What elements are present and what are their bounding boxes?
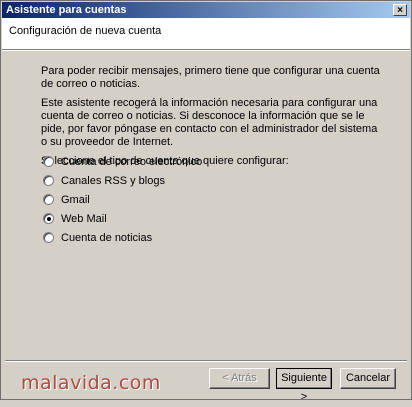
option-email-account[interactable]: Cuenta de correo electrónico xyxy=(43,155,202,168)
close-icon: × xyxy=(397,5,403,16)
option-label: Web Mail xyxy=(61,212,107,225)
radio-rss-blogs[interactable] xyxy=(43,175,54,186)
radio-web-mail[interactable] xyxy=(43,213,54,224)
close-button[interactable]: × xyxy=(393,4,407,16)
info-paragraph: Este asistente recogerá la información n… xyxy=(41,97,378,148)
option-gmail[interactable]: Gmail xyxy=(43,193,202,206)
option-label: Cuenta de correo electrónico xyxy=(61,155,203,168)
window-title: Asistente para cuentas xyxy=(6,4,127,16)
watermark-logo: malavida.com xyxy=(21,372,161,394)
next-button[interactable]: Siguiente > xyxy=(276,368,332,403)
option-rss-blogs[interactable]: Canales RSS y blogs xyxy=(43,174,202,187)
title-bar[interactable]: Asistente para cuentas × xyxy=(2,2,410,18)
page-title: Configuración de nueva cuenta xyxy=(9,25,162,37)
radio-news-account[interactable] xyxy=(43,232,54,243)
radio-email-account[interactable] xyxy=(43,156,54,167)
option-news-account[interactable]: Cuenta de noticias xyxy=(43,231,202,244)
cancel-button[interactable]: Cancelar xyxy=(340,368,396,389)
intro-paragraph: Para poder recibir mensajes, primero tie… xyxy=(41,65,380,90)
account-type-options: Cuenta de correo electrónico Canales RSS… xyxy=(43,155,202,250)
option-label: Canales RSS y blogs xyxy=(61,174,165,187)
wizard-window: Asistente para cuentas × Configuración d… xyxy=(0,0,412,403)
footer-divider xyxy=(5,360,407,362)
wizard-header: Configuración de nueva cuenta xyxy=(2,18,410,50)
radio-gmail[interactable] xyxy=(43,194,54,205)
option-label: Cuenta de noticias xyxy=(61,231,153,244)
header-divider xyxy=(2,50,410,51)
option-label: Gmail xyxy=(61,193,90,206)
back-button[interactable]: < Atrás xyxy=(209,368,270,389)
option-web-mail[interactable]: Web Mail xyxy=(43,212,202,225)
